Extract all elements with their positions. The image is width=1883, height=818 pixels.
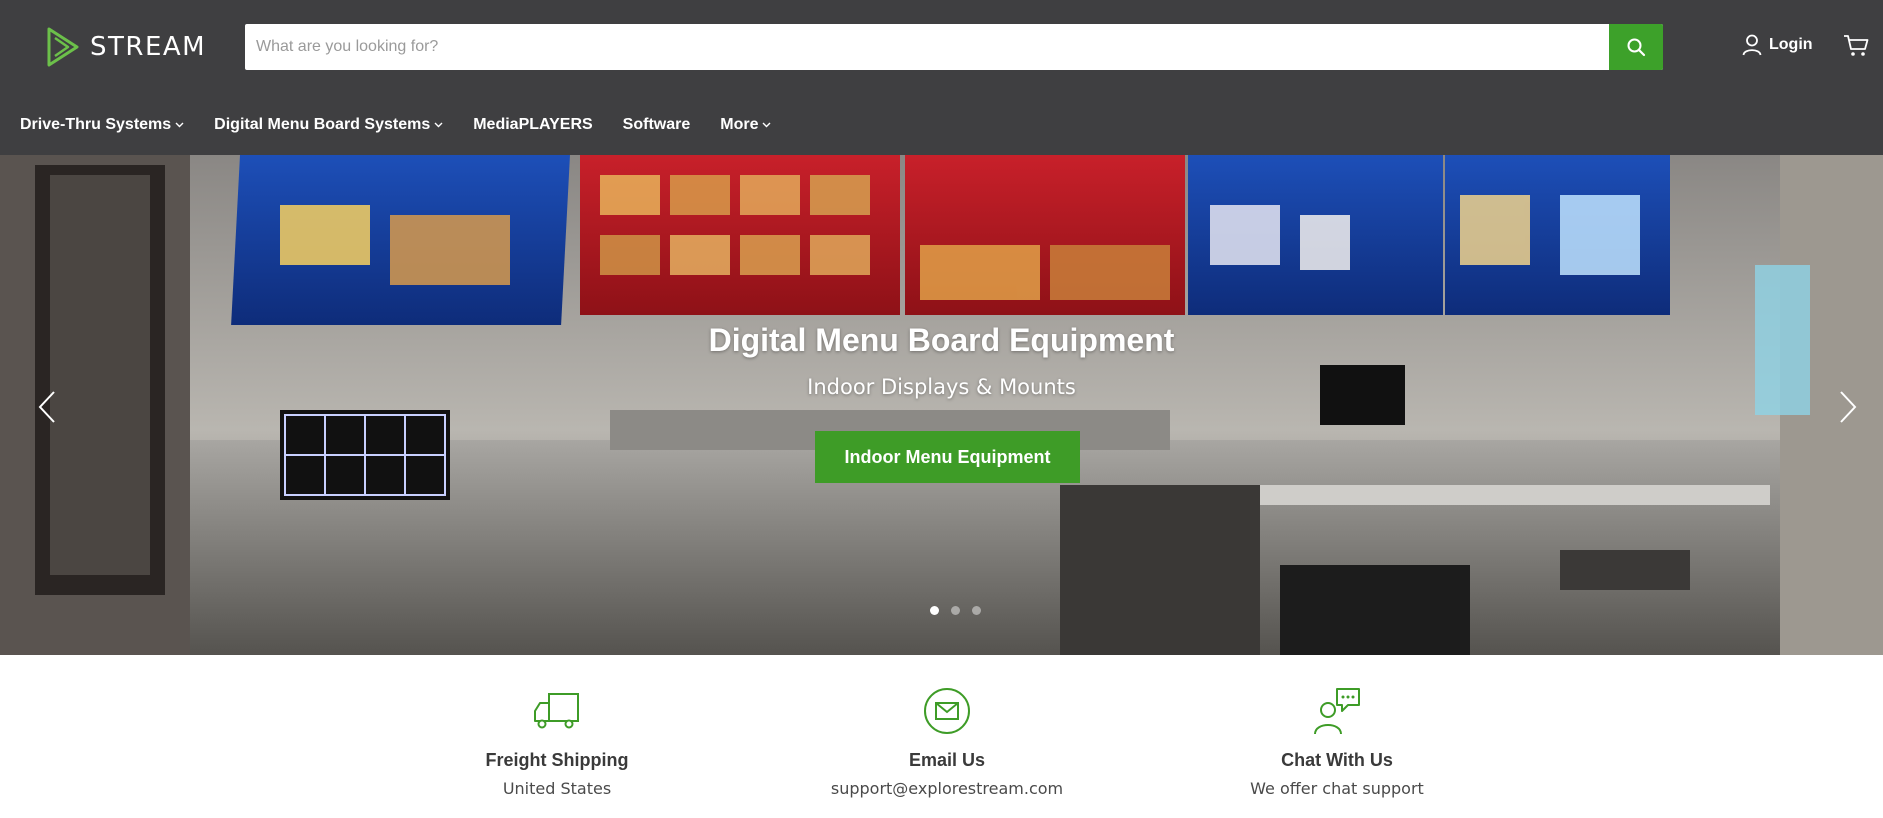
slide-indicators: [930, 606, 981, 615]
slide-dot-3[interactable]: [972, 606, 981, 615]
chevron-down-icon: [434, 122, 443, 128]
nav-item-label: Software: [622, 116, 691, 133]
search-input[interactable]: [245, 24, 1609, 70]
nav-item-more[interactable]: More: [720, 116, 771, 134]
hero-slideshow: Digital Menu Board Equipment Indoor Disp…: [0, 155, 1883, 655]
slide-dot-1[interactable]: [930, 606, 939, 615]
login-label: Login: [1769, 36, 1813, 53]
cart-icon: [1844, 35, 1869, 56]
hero-title: Digital Menu Board Equipment: [708, 322, 1175, 358]
feature-subtitle: United States: [502, 779, 612, 798]
nav-item-digital-menu-board-systems[interactable]: Digital Menu Board Systems: [214, 116, 443, 134]
nav-item-drive-thru-systems[interactable]: Drive-Thru Systems: [20, 116, 184, 134]
stream-logo[interactable]: STREAM: [46, 24, 206, 70]
nav-item-label: MediaPLAYERS: [473, 116, 593, 133]
nav-item-software[interactable]: Software: [623, 116, 691, 134]
main-nav: Drive-Thru Systems Digital Menu Board Sy…: [20, 113, 801, 137]
feature-email-us: Email Us support@explorestream.com: [787, 685, 1107, 798]
feature-title: Email Us: [908, 750, 986, 770]
indoor-menu-equipment-button[interactable]: Indoor Menu Equipment: [815, 431, 1080, 483]
feature-chat-with-us: Chat With Us We offer chat support: [1177, 685, 1497, 798]
login-link[interactable]: Login: [1742, 34, 1813, 56]
feature-freight-shipping: Freight Shipping United States: [397, 685, 717, 798]
hero-background-image: [0, 155, 1883, 655]
hero-subtitle: Indoor Displays & Mounts: [807, 375, 1076, 399]
feature-subtitle: We offer chat support: [1250, 779, 1424, 798]
search-button[interactable]: [1609, 24, 1663, 70]
feature-title: Chat With Us: [1281, 750, 1393, 770]
chevron-down-icon: [762, 122, 771, 128]
chevron-down-icon: [175, 122, 184, 128]
truck-icon: [534, 693, 579, 729]
feature-subtitle[interactable]: support@explorestream.com: [787, 779, 1107, 798]
search-icon: [1627, 38, 1646, 57]
stream-logo-icon: [47, 27, 79, 67]
logo-text: STREAM: [90, 32, 207, 62]
site-header: STREAM Login Drive-Thru Systems: [0, 0, 1883, 155]
slide-dot-2[interactable]: [951, 606, 960, 615]
nav-item-mediaplayers[interactable]: MediaPLAYERS: [473, 116, 592, 134]
envelope-icon: [924, 688, 970, 734]
nav-item-label: Drive-Thru Systems: [20, 116, 172, 133]
cart-button[interactable]: [1843, 34, 1869, 63]
features-bar: Freight Shipping United States Email Us …: [0, 655, 1883, 818]
nav-item-label: More: [720, 116, 759, 133]
search-bar: [245, 24, 1663, 70]
chat-support-icon: [1314, 688, 1360, 735]
user-icon: [1742, 34, 1762, 56]
nav-item-label: Digital Menu Board Systems: [214, 116, 431, 133]
feature-title: Freight Shipping: [485, 750, 629, 770]
